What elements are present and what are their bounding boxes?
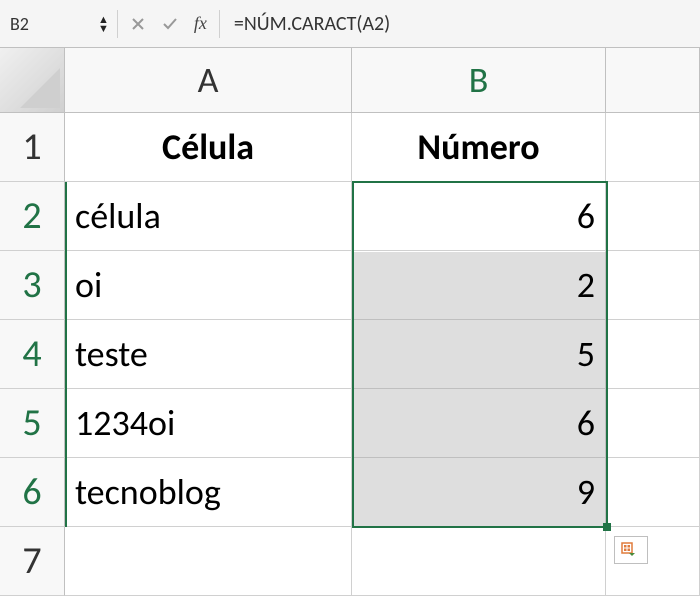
cell-B5[interactable]: 6 xyxy=(352,389,606,458)
cell-A5[interactable]: 1234oi xyxy=(65,389,352,458)
name-box[interactable]: B2 xyxy=(4,9,94,39)
cell-A4[interactable]: teste xyxy=(65,320,352,389)
column-header-C[interactable] xyxy=(606,48,700,112)
row-header-5[interactable]: 5 xyxy=(0,389,65,458)
autofill-options-button[interactable] xyxy=(614,536,648,564)
formula-input[interactable] xyxy=(228,12,696,36)
formula-bar: B2 ▲ ▼ fx xyxy=(0,0,700,48)
cell-A3[interactable]: oi xyxy=(65,251,352,320)
select-all-corner[interactable] xyxy=(0,48,65,112)
cell-B6[interactable]: 9 xyxy=(352,458,606,527)
cell-B7[interactable] xyxy=(352,527,606,596)
cell-A7[interactable] xyxy=(65,527,352,596)
row-header-7[interactable]: 7 xyxy=(0,527,65,596)
fx-icon[interactable]: fx xyxy=(190,13,211,34)
divider xyxy=(219,10,220,38)
row-header-2[interactable]: 2 xyxy=(0,182,65,251)
confirm-icon[interactable] xyxy=(158,12,182,36)
cell-C2[interactable] xyxy=(606,182,700,251)
chevron-down-icon[interactable]: ▼ xyxy=(98,24,109,33)
column-header-B[interactable]: B xyxy=(352,48,606,112)
row-header-3[interactable]: 3 xyxy=(0,251,65,320)
cell-A6[interactable]: tecnoblog xyxy=(65,458,352,527)
spreadsheet: A B 1 Célula Número 2 célula 6 3 oi 2 4 … xyxy=(0,48,700,596)
cancel-icon[interactable] xyxy=(126,12,150,36)
row-header-6[interactable]: 6 xyxy=(0,458,65,527)
cell-A2[interactable]: célula xyxy=(65,182,352,251)
cell-B1[interactable]: Número xyxy=(352,113,606,182)
cell-B4[interactable]: 5 xyxy=(352,320,606,389)
cell-C1[interactable] xyxy=(606,113,700,182)
cell-A1[interactable]: Célula xyxy=(65,113,352,182)
cell-C4[interactable] xyxy=(606,320,700,389)
cell-B2[interactable]: 6 xyxy=(352,182,606,251)
cell-C5[interactable] xyxy=(606,389,700,458)
row-header-1[interactable]: 1 xyxy=(0,113,65,182)
cell-C6[interactable] xyxy=(606,458,700,527)
name-box-stepper[interactable]: ▲ ▼ xyxy=(98,15,109,33)
row-header-4[interactable]: 4 xyxy=(0,320,65,389)
divider xyxy=(117,10,118,38)
cell-B3[interactable]: 2 xyxy=(352,251,606,320)
column-header-A[interactable]: A xyxy=(65,48,352,112)
cell-C3[interactable] xyxy=(606,251,700,320)
